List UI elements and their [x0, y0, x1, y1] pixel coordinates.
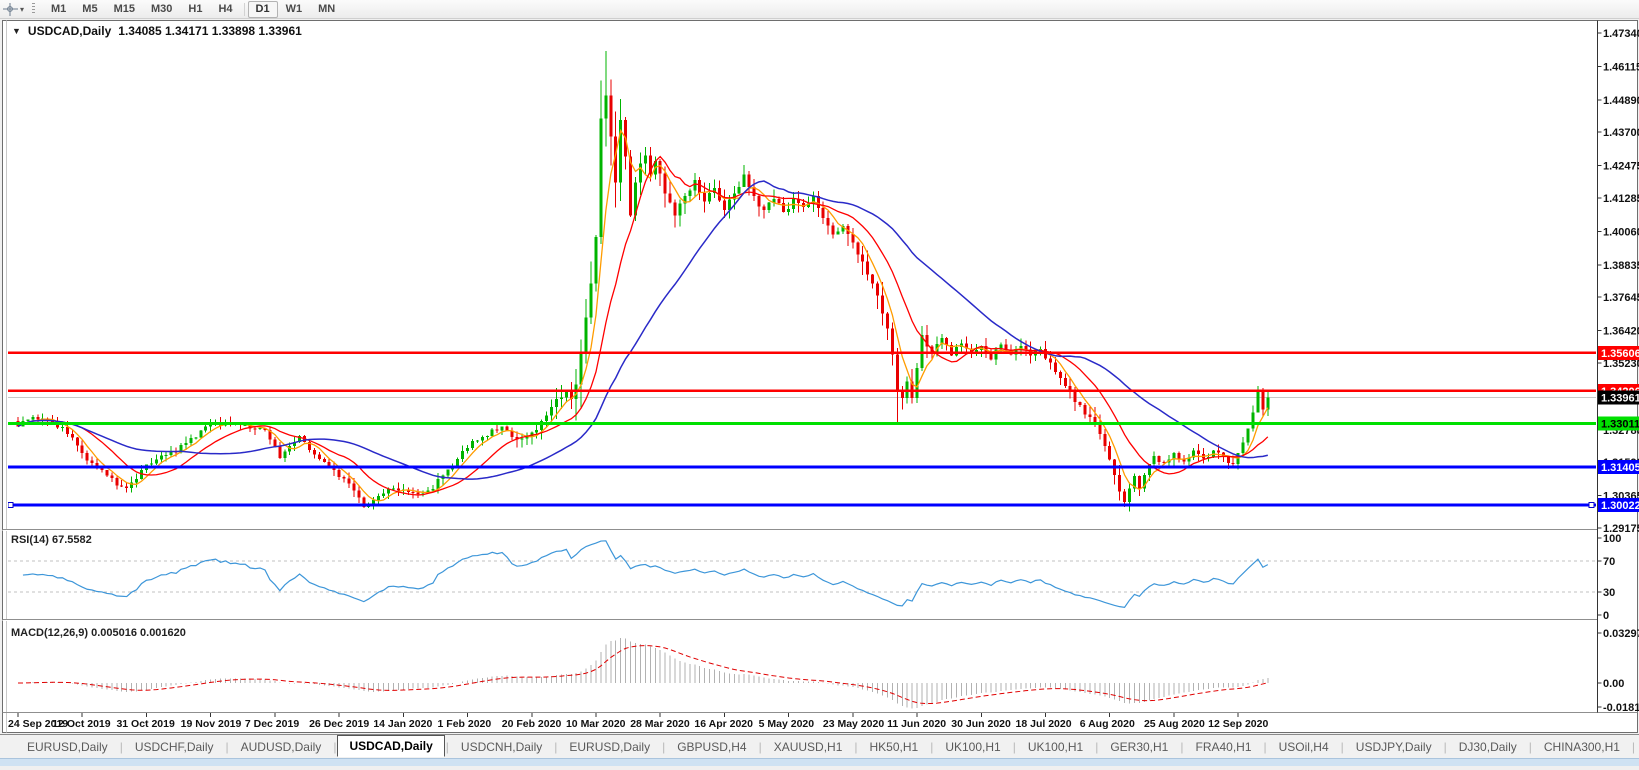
- price-badge: 1.31405: [1598, 460, 1639, 474]
- svg-text:30: 30: [1603, 587, 1615, 599]
- tab-usdchf-daily[interactable]: USDCHF,Daily: [124, 737, 225, 757]
- price-badge: 1.33961: [1598, 391, 1639, 405]
- price-badge: 1.33011: [1598, 416, 1639, 430]
- chart-stage: 1.47340 1.46115 1.44890 1.43700 1.42475 1.412…: [0, 0, 1639, 765]
- tab-hk50-h1[interactable]: HK50,H1: [859, 737, 930, 757]
- svg-text:11 Jun 2020: 11 Jun 2020: [887, 718, 946, 730]
- tab-uk100-h1[interactable]: UK100,H1: [1017, 737, 1094, 757]
- tab-usdcad-daily[interactable]: USDCAD,Daily: [337, 735, 444, 757]
- chart-ohlc-values: 1.34085 1.34171 1.33898 1.33961: [118, 24, 302, 38]
- price-chart-svg: 1.47340 1.46115 1.44890 1.43700 1.42475 1.412…: [0, 0, 1639, 765]
- svg-text:6 Aug 2020: 6 Aug 2020: [1080, 718, 1135, 730]
- tabs-host: EURUSD,Daily|USDCHF,Daily|AUDUSD,Daily|U…: [16, 736, 1639, 758]
- svg-text:1.38835: 1.38835: [1603, 260, 1639, 272]
- svg-text:16 Apr 2020: 16 Apr 2020: [694, 718, 753, 730]
- svg-text:1.43700: 1.43700: [1603, 127, 1639, 139]
- support-line-2-handle-right[interactable]: [1589, 502, 1594, 507]
- toolbar-separator: [244, 3, 245, 16]
- symbol-dropdown-icon[interactable]: ▼: [12, 26, 21, 36]
- svg-text:23 May 2020: 23 May 2020: [823, 718, 884, 730]
- svg-text:1.42475: 1.42475: [1603, 161, 1639, 173]
- tab-gbpusd-h4[interactable]: GBPUSD,H4: [666, 737, 757, 757]
- svg-text:1.40060: 1.40060: [1603, 226, 1639, 238]
- tab-audusd-daily[interactable]: AUDUSD,Daily: [230, 737, 333, 757]
- svg-text:12 Sep 2020: 12 Sep 2020: [1208, 718, 1268, 730]
- tf-button-h1[interactable]: H1: [180, 1, 210, 18]
- svg-text:19 Nov 2019: 19 Nov 2019: [181, 718, 242, 730]
- svg-text:18 Jul 2020: 18 Jul 2020: [1016, 718, 1072, 730]
- svg-text:0.032972: 0.032972: [1603, 628, 1639, 640]
- chart-window-frame: [3, 21, 1638, 733]
- svg-text:26 Dec 2019: 26 Dec 2019: [309, 718, 369, 730]
- tab-eurusd-daily[interactable]: EURUSD,Daily: [16, 737, 119, 757]
- svg-text:0: 0: [1603, 610, 1609, 622]
- price-badge: 1.30022: [1598, 498, 1639, 512]
- svg-text:12 Oct 2019: 12 Oct 2019: [52, 718, 111, 730]
- svg-text:1.46115: 1.46115: [1603, 61, 1639, 73]
- svg-text:31 Oct 2019: 31 Oct 2019: [116, 718, 175, 730]
- tab-xauusd-h1[interactable]: XAUUSD,H1: [763, 737, 854, 757]
- tab-ger30-h1[interactable]: GER30,H1: [1099, 737, 1179, 757]
- svg-text:1.31405: 1.31405: [1601, 462, 1639, 474]
- rsi-indicator-label: RSI(14) 67.5582: [11, 534, 92, 546]
- tf-button-m1[interactable]: M1: [43, 1, 74, 18]
- toolbar-grip[interactable]: [32, 3, 35, 15]
- chart-symbol-label: USDCAD,Daily: [28, 24, 111, 38]
- svg-text:-0.018154: -0.018154: [1603, 702, 1639, 714]
- tab-dj30-daily[interactable]: DJ30,Daily: [1448, 737, 1528, 757]
- svg-text:1.41285: 1.41285: [1603, 193, 1639, 205]
- svg-text:100: 100: [1603, 533, 1621, 545]
- svg-text:1.37645: 1.37645: [1603, 292, 1639, 304]
- svg-text:30 Jun 2020: 30 Jun 2020: [951, 718, 1011, 730]
- svg-text:1.33011: 1.33011: [1601, 418, 1639, 430]
- toolbar: ▾ M1M5M15M30H1H4 D1W1MN: [0, 0, 1639, 19]
- svg-text:5 May 2020: 5 May 2020: [759, 718, 815, 730]
- tf-button-m15[interactable]: M15: [106, 1, 143, 18]
- svg-text:14 Jan 2020: 14 Jan 2020: [373, 718, 432, 730]
- svg-text:20 Feb 2020: 20 Feb 2020: [502, 718, 562, 730]
- svg-text:1.44890: 1.44890: [1603, 95, 1639, 107]
- svg-text:1.47340: 1.47340: [1603, 28, 1639, 40]
- tf-button-w1[interactable]: W1: [278, 1, 311, 18]
- tf-button-h4[interactable]: H4: [210, 1, 240, 18]
- tf-button-mn[interactable]: MN: [310, 1, 343, 18]
- svg-text:1.35230: 1.35230: [1603, 358, 1639, 370]
- chart-title-bar: ▼ USDCAD,Daily 1.34085 1.34171 1.33898 1…: [12, 24, 302, 38]
- crosshair-icon[interactable]: [3, 3, 18, 16]
- tab-uk100-h1[interactable]: UK100,H1: [934, 737, 1011, 757]
- svg-text:1.30022: 1.30022: [1601, 500, 1639, 512]
- svg-text:70: 70: [1603, 556, 1615, 568]
- svg-text:28 Mar 2020: 28 Mar 2020: [630, 718, 690, 730]
- tab-usoil-h4[interactable]: USOil,H4: [1268, 737, 1340, 757]
- price-badge: 1.35606: [1598, 346, 1639, 360]
- svg-text:0.00: 0.00: [1603, 678, 1624, 690]
- tf-button-m5[interactable]: M5: [74, 1, 105, 18]
- tab-eurusd-daily[interactable]: EURUSD,Daily: [558, 737, 661, 757]
- macd-indicator-label: MACD(12,26,9) 0.005016 0.001620: [11, 627, 186, 639]
- tab-usdjpy-daily[interactable]: USDJPY,Daily: [1345, 737, 1443, 757]
- svg-text:7 Dec 2019: 7 Dec 2019: [245, 718, 299, 730]
- svg-text:1.36420: 1.36420: [1603, 326, 1639, 338]
- tf-button-m30[interactable]: M30: [143, 1, 180, 18]
- support-line-2-handle-left[interactable]: [8, 502, 13, 507]
- tab-fra40-h1[interactable]: FRA40,H1: [1184, 737, 1262, 757]
- chart-tool-dropdown-caret[interactable]: ▾: [20, 5, 24, 14]
- svg-text:10 Mar 2020: 10 Mar 2020: [566, 718, 626, 730]
- svg-text:25 Aug 2020: 25 Aug 2020: [1144, 718, 1205, 730]
- tf-button-d1[interactable]: D1: [248, 1, 278, 18]
- symbol-tab-bar: EURUSD,Daily|USDCHF,Daily|AUDUSD,Daily|U…: [0, 734, 1639, 758]
- timeframe-buttons: M1M5M15M30H1H4 D1W1MN: [43, 1, 343, 18]
- svg-text:1.35606: 1.35606: [1601, 348, 1639, 360]
- svg-text:1.33961: 1.33961: [1601, 393, 1639, 405]
- tab-china300-h1[interactable]: CHINA300,H1: [1533, 737, 1631, 757]
- tab-usdcnh-daily[interactable]: USDCNH,Daily: [450, 737, 553, 757]
- svg-text:1 Feb 2020: 1 Feb 2020: [438, 718, 492, 730]
